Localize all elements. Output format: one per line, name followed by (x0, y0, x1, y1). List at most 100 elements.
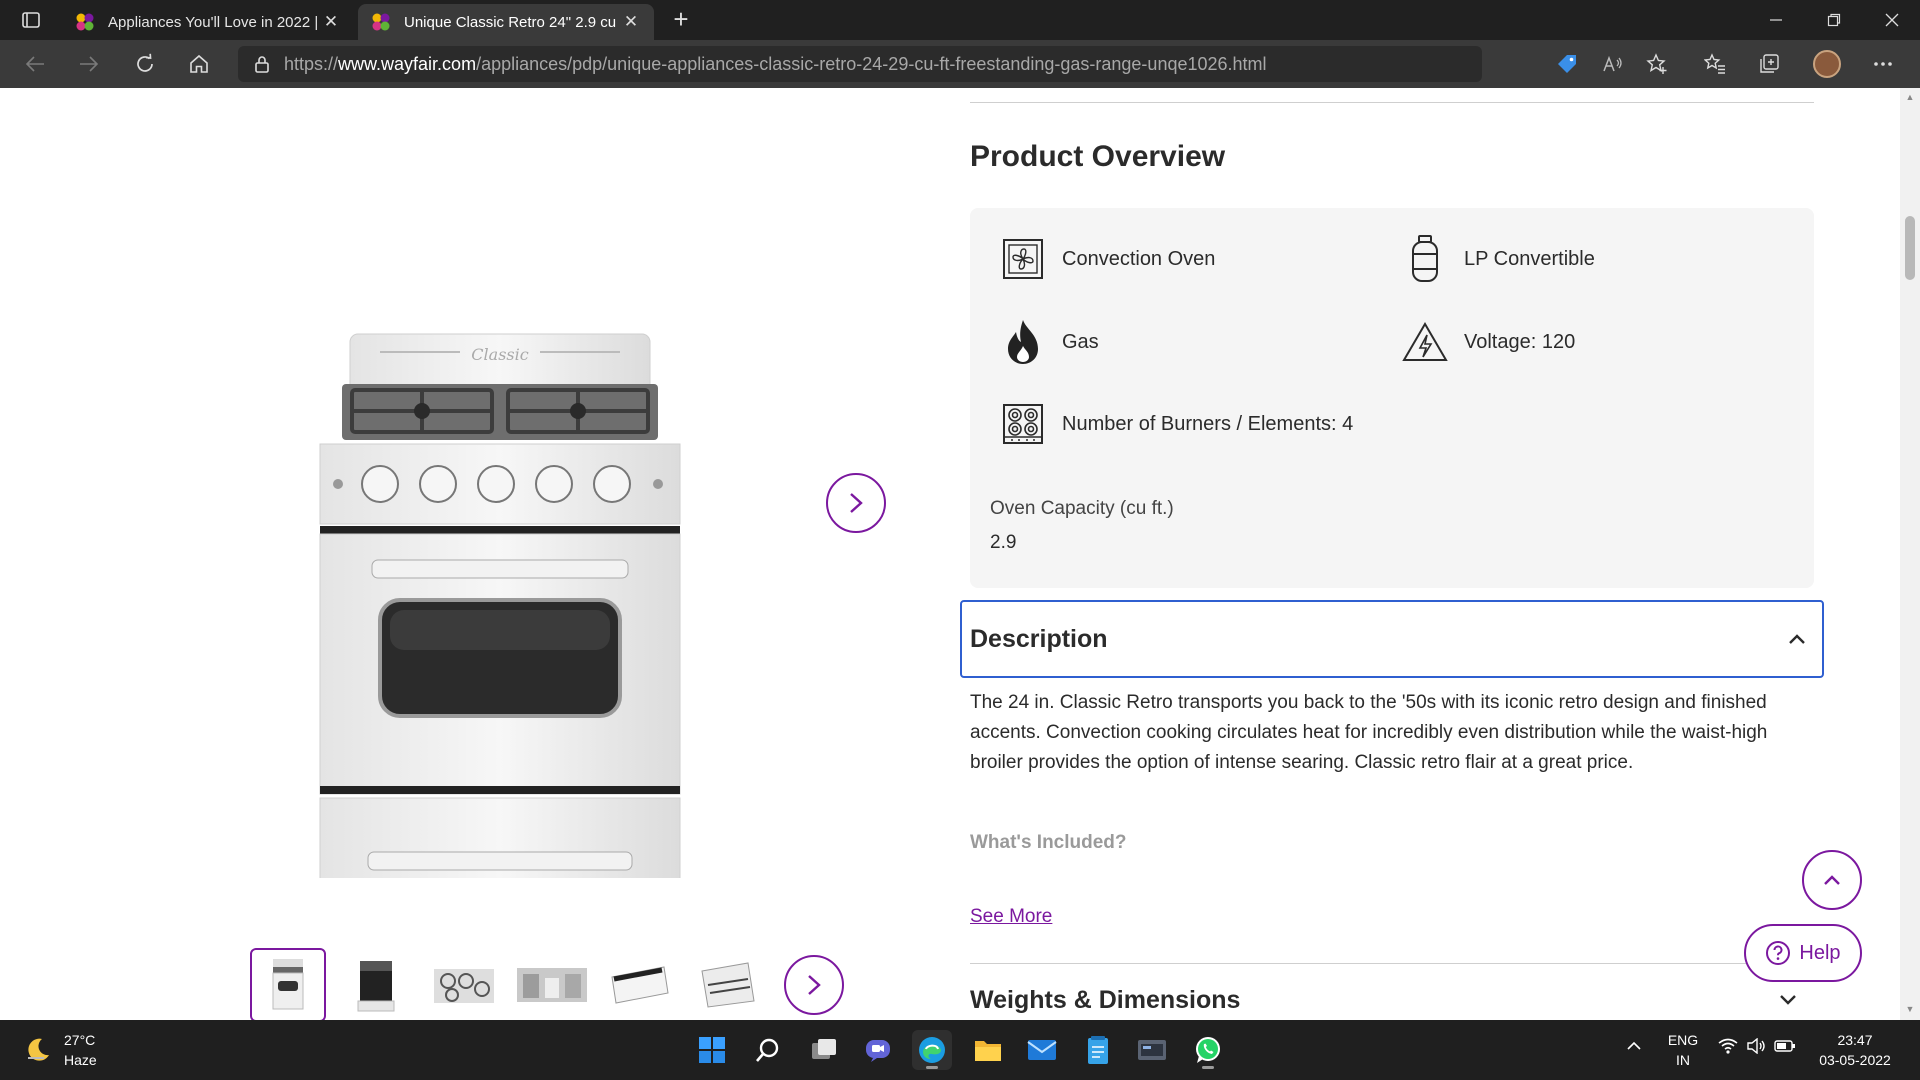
svg-text:Classic: Classic (471, 345, 528, 364)
whatsapp-icon (1196, 1037, 1220, 1063)
browser-tab-bar: Appliances You'll Love in 2022 | W ✕ Uni… (0, 0, 1920, 40)
divider (970, 963, 1814, 964)
burners-icon (1000, 401, 1046, 447)
file-explorer-button[interactable] (968, 1030, 1008, 1070)
language-region: IN (1676, 1052, 1690, 1068)
feature-gas: Gas (1000, 319, 1099, 365)
tab-product[interactable]: Unique Classic Retro 24" 2.9 cu ft ✕ (358, 4, 654, 40)
feature-burners: Number of Burners / Elements: 4 (1000, 401, 1353, 447)
scrollbar-thumb[interactable] (1905, 216, 1915, 280)
windows-logo-icon (699, 1037, 725, 1063)
product-main-image[interactable]: Classic (310, 238, 690, 878)
product-overview-title: Product Overview (970, 140, 1226, 173)
edge-taskbar-button[interactable] (912, 1030, 952, 1070)
favorites-icon[interactable] (1698, 48, 1732, 80)
minimize-button[interactable] (1748, 0, 1804, 40)
start-button[interactable] (692, 1030, 732, 1070)
weights-dimensions-accordion[interactable]: Weights & Dimensions (970, 986, 1240, 1015)
feature-label: Gas (1062, 330, 1099, 353)
tab-title: Appliances You'll Love in 2022 | W (108, 13, 320, 31)
profile-avatar[interactable] (1810, 48, 1844, 80)
battery-icon (1774, 1040, 1795, 1052)
windows-taskbar: 27°C Haze ENG IN 23:47 03-05-2022 (0, 1020, 1920, 1080)
show-hidden-icons[interactable] (1626, 1036, 1642, 1056)
feature-label: Number of Burners / Elements: 4 (1062, 412, 1354, 435)
next-thumbnails-button[interactable] (784, 955, 844, 1015)
chevron-up-icon (1627, 1041, 1641, 1050)
home-button[interactable] (182, 48, 216, 80)
thumbnail-kitchen[interactable] (514, 948, 590, 1020)
divider (970, 102, 1814, 103)
lock-icon[interactable] (254, 55, 270, 73)
back-button[interactable] (18, 48, 52, 80)
browser-toolbar: https://www.wayfair.com/appliances/pdp/u… (0, 40, 1920, 88)
new-tab-button[interactable]: + (666, 6, 696, 34)
tab-actions-icon[interactable] (14, 8, 48, 32)
app-thumbnail-button[interactable] (1132, 1030, 1172, 1070)
tab-close-icon[interactable]: ✕ (320, 12, 342, 32)
description-accordion-header[interactable]: Description (960, 600, 1824, 678)
edge-icon (919, 1037, 945, 1063)
more-options-icon[interactable] (1866, 48, 1900, 80)
voltage-warning-icon (1402, 319, 1448, 365)
help-icon (1766, 941, 1791, 965)
page-scrollbar[interactable]: ▲ ▼ (1900, 88, 1920, 1020)
wayfair-favicon-icon (372, 13, 390, 31)
gas-cylinder-icon (1402, 235, 1448, 282)
search-button[interactable] (748, 1030, 788, 1070)
teams-chat-button[interactable] (858, 1030, 898, 1070)
close-window-button[interactable] (1864, 0, 1920, 40)
clock-time: 23:47 (1837, 1032, 1873, 1048)
scroll-down-arrow-icon[interactable]: ▼ (1905, 1004, 1915, 1014)
notepad-icon (1088, 1036, 1108, 1064)
thumbnail-burners[interactable] (426, 948, 502, 1020)
clock[interactable]: 23:47 03-05-2022 (1812, 1030, 1898, 1070)
description-fade-overlay (960, 848, 1810, 908)
notepad-button[interactable] (1078, 1030, 1118, 1070)
thumbnail-front[interactable] (250, 948, 326, 1020)
active-app-indicator (1202, 1066, 1214, 1069)
product-overview-panel: Convection Oven LP Convertible Gas Volta… (970, 208, 1814, 588)
chevron-right-icon (808, 975, 821, 995)
chat-icon (866, 1040, 890, 1062)
weather-widget[interactable]: 27°C Haze (24, 1030, 97, 1070)
whatsapp-button[interactable] (1188, 1030, 1228, 1070)
tab-title: Unique Classic Retro 24" 2.9 cu ft (404, 13, 620, 31)
chevron-down-icon[interactable] (1770, 988, 1806, 1012)
refresh-button[interactable] (128, 48, 162, 80)
help-label: Help (1799, 941, 1841, 964)
weather-temperature: 27°C (64, 1032, 96, 1048)
address-bar[interactable]: https://www.wayfair.com/appliances/pdp/u… (238, 46, 1667, 82)
scroll-up-arrow-icon[interactable]: ▲ (1905, 92, 1915, 102)
volume-icon (1747, 1038, 1765, 1054)
back-to-top-button[interactable] (1802, 850, 1862, 910)
tab-appliances[interactable]: Appliances You'll Love in 2022 | W ✕ (62, 4, 354, 40)
task-view-button[interactable] (804, 1030, 844, 1070)
collections-icon[interactable] (1752, 48, 1786, 80)
feature-label: LP Convertible (1464, 247, 1595, 270)
language-indicator[interactable]: ENG IN (1666, 1030, 1700, 1070)
restore-button[interactable] (1806, 0, 1862, 40)
price-tag-icon[interactable] (1550, 46, 1584, 82)
clock-date: 03-05-2022 (1819, 1052, 1891, 1068)
thumbnail-rack[interactable] (690, 948, 766, 1020)
next-image-button[interactable] (826, 473, 886, 533)
chevron-up-icon (1772, 633, 1822, 645)
read-aloud-icon[interactable] (1596, 46, 1630, 82)
weather-condition: Haze (64, 1052, 97, 1068)
see-more-link[interactable]: See More (970, 906, 1052, 928)
tab-close-icon[interactable]: ✕ (620, 12, 642, 32)
wayfair-favicon-icon (76, 13, 94, 31)
folder-icon (975, 1041, 1001, 1061)
thumbnail-open-oven[interactable] (338, 948, 414, 1020)
oven-capacity-label: Oven Capacity (cu ft.) (990, 498, 1174, 519)
system-status-icons[interactable] (1718, 1038, 1796, 1054)
forward-button[interactable] (72, 48, 106, 80)
description-title: Description (970, 624, 1108, 653)
mail-button[interactable] (1022, 1030, 1062, 1070)
help-button[interactable]: Help (1744, 924, 1862, 982)
convection-fan-icon (1000, 236, 1046, 282)
page-content: Classic Product Overview Convection Oven… (0, 88, 1920, 1020)
thumbnail-drawer[interactable] (602, 948, 678, 1020)
add-favorite-icon[interactable] (1640, 46, 1674, 82)
